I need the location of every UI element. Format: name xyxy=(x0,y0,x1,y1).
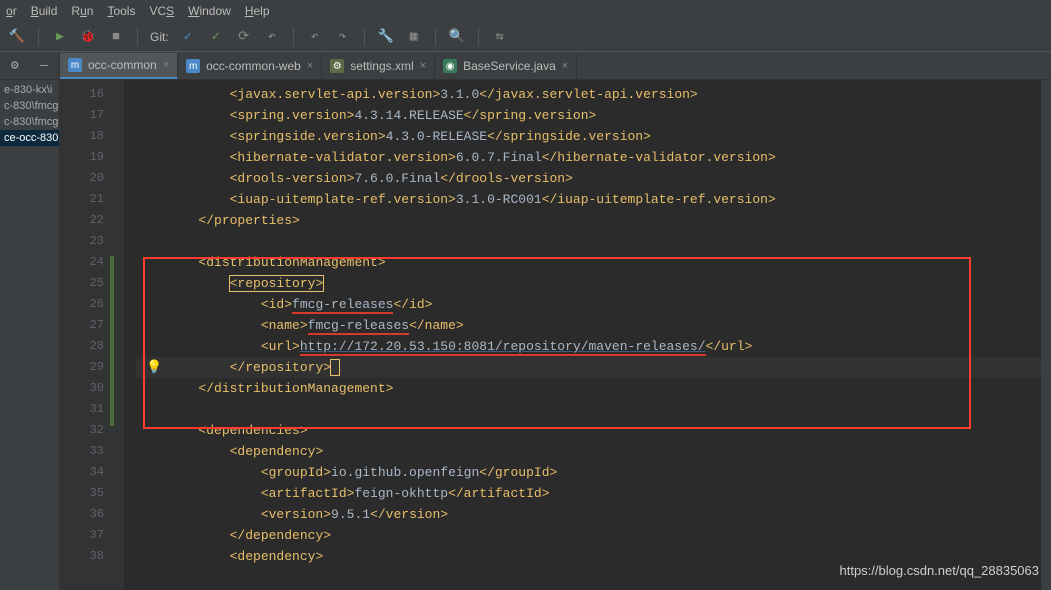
code-line[interactable]: <id>fmcg-releases</id> xyxy=(136,294,1051,315)
code-line[interactable]: <dependencies> xyxy=(136,420,1051,441)
code-line[interactable]: <spring.version>4.3.14.RELEASE</spring.v… xyxy=(136,105,1051,126)
project-structure-icon[interactable]: ▦ xyxy=(405,28,423,46)
run-icon[interactable]: ▶ xyxy=(51,28,69,46)
project-sidebar: ⚙ — e-830-kx\ic-830\fmcgc-830\fmcgce-occ… xyxy=(0,52,60,590)
redo-icon[interactable]: ↷ xyxy=(334,28,352,46)
close-icon[interactable]: × xyxy=(420,60,426,72)
vcs-revert-icon[interactable]: ↶ xyxy=(263,28,281,46)
vcs-history-icon[interactable]: ⟳ xyxy=(235,28,253,46)
search-icon[interactable]: 🔍 xyxy=(448,28,466,46)
code-line[interactable]: <artifactId>feign-okhttp</artifactId> xyxy=(136,483,1051,504)
tab-label: occ-common xyxy=(88,58,157,72)
menu-bar: or Build Run Tools VCS Window Help xyxy=(0,0,1051,22)
menu-item-tools[interactable]: Tools xyxy=(107,4,135,18)
close-icon[interactable]: × xyxy=(163,59,169,71)
editor-tab[interactable]: ◉ BaseService.java × xyxy=(435,53,577,79)
tab-label: BaseService.java xyxy=(463,59,556,73)
editor-tab[interactable]: m occ-common × xyxy=(60,53,178,79)
toolbar: 🔨 ▶ 🐞 ■ Git: ✓ ✓ ⟳ ↶ ↶ ↷ 🔧 ▦ 🔍 ⇆ xyxy=(0,22,1051,52)
code-line[interactable]: <distributionManagement> xyxy=(136,252,1051,273)
close-icon[interactable]: × xyxy=(307,60,313,72)
code-line[interactable]: <url>http://172.20.53.150:8081/repositor… xyxy=(136,336,1051,357)
tab-label: settings.xml xyxy=(350,59,413,73)
editor-tab[interactable]: ⚙ settings.xml × xyxy=(322,53,435,79)
project-tree-item[interactable]: ce-occ-830 xyxy=(0,130,59,146)
code-line[interactable] xyxy=(136,231,1051,252)
menu-item-vcs[interactable]: VCS xyxy=(149,4,174,18)
code-line[interactable]: <springside.version>4.3.0-RELEASE</sprin… xyxy=(136,126,1051,147)
file-type-icon: ◉ xyxy=(443,59,457,73)
vcs-commit-icon[interactable]: ✓ xyxy=(207,28,225,46)
code-line[interactable]: <javax.servlet-api.version>3.1.0</javax.… xyxy=(136,84,1051,105)
code-line[interactable]: <drools-version>7.6.0.Final</drools-vers… xyxy=(136,168,1051,189)
code-line[interactable]: <iuap-uitemplate-ref.version>3.1.0-RC001… xyxy=(136,189,1051,210)
hammer-icon[interactable]: 🔨 xyxy=(8,28,26,46)
close-icon[interactable]: × xyxy=(562,60,568,72)
vertical-scrollbar[interactable] xyxy=(1041,80,1051,590)
file-type-icon: m xyxy=(68,58,82,72)
code-line[interactable]: </repository> xyxy=(136,357,1051,378)
tab-label: occ-common-web xyxy=(206,59,301,73)
debug-icon[interactable]: 🐞 xyxy=(79,28,97,46)
sync-icon[interactable]: ⇆ xyxy=(491,28,509,46)
code-line[interactable]: <groupId>io.github.openfeign</groupId> xyxy=(136,462,1051,483)
menu-item-window[interactable]: Window xyxy=(188,4,231,18)
code-line[interactable]: <hibernate-validator.version>6.0.7.Final… xyxy=(136,147,1051,168)
project-tree-item[interactable]: c-830\fmcg xyxy=(0,98,59,114)
file-type-icon: m xyxy=(186,59,200,73)
editor-tabs: m occ-common × m occ-common-web × ⚙ settings.xm… xyxy=(60,52,1051,80)
code-content[interactable]: <javax.servlet-api.version>3.1.0</javax.… xyxy=(124,80,1051,590)
gear-icon[interactable]: ⚙ xyxy=(11,58,19,73)
vcs-update-icon[interactable]: ✓ xyxy=(179,28,197,46)
code-line[interactable]: <repository> xyxy=(136,273,1051,294)
menu-item-run[interactable]: Run xyxy=(71,4,93,18)
code-line[interactable]: <version>9.5.1</version> xyxy=(136,504,1051,525)
menu-item-help[interactable]: Help xyxy=(245,4,270,18)
project-tree-item[interactable]: c-830\fmcg xyxy=(0,114,59,130)
fold-gutter xyxy=(110,80,124,590)
code-line[interactable]: </properties> xyxy=(136,210,1051,231)
project-tree[interactable]: e-830-kx\ic-830\fmcgc-830\fmcgce-occ-830 xyxy=(0,80,59,146)
stop-icon[interactable]: ■ xyxy=(107,28,125,46)
git-label: Git: xyxy=(150,30,169,44)
undo-icon[interactable]: ↶ xyxy=(306,28,324,46)
code-editor[interactable]: 1617181920212223242526272829303132333435… xyxy=(60,80,1051,590)
code-line[interactable]: </dependency> xyxy=(136,525,1051,546)
wrench-icon[interactable]: 🔧 xyxy=(377,28,395,46)
project-tree-item[interactable]: e-830-kx\i xyxy=(0,82,59,98)
file-type-icon: ⚙ xyxy=(330,59,344,73)
code-line[interactable]: <dependency> xyxy=(136,441,1051,462)
watermark-text: https://blog.csdn.net/qq_28835063 xyxy=(840,563,1040,578)
code-line[interactable]: </distributionManagement> xyxy=(136,378,1051,399)
editor-area: m occ-common × m occ-common-web × ⚙ settings.xm… xyxy=(60,52,1051,590)
menu-item-build[interactable]: Build xyxy=(31,4,58,18)
menu-item[interactable]: or xyxy=(6,4,17,18)
code-line[interactable] xyxy=(136,399,1051,420)
code-line[interactable]: <name>fmcg-releases</name> xyxy=(136,315,1051,336)
editor-tab[interactable]: m occ-common-web × xyxy=(178,53,322,79)
bulb-icon[interactable]: 💡 xyxy=(146,357,162,378)
line-number-gutter: 1617181920212223242526272829303132333435… xyxy=(60,80,110,590)
collapse-icon[interactable]: — xyxy=(40,58,48,73)
